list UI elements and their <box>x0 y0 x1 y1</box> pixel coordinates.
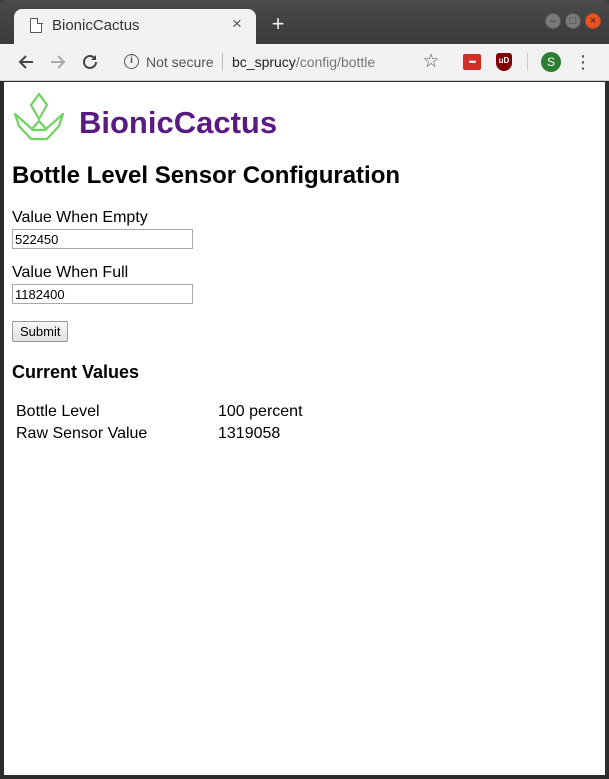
url-host: bc_sprucy <box>232 54 296 70</box>
tab-bioniccactus[interactable]: BionicCactus × <box>14 9 256 44</box>
empty-value-label: Value When Empty <box>12 209 148 226</box>
raw-sensor-value: 1319058 <box>218 425 281 442</box>
profile-avatar[interactable]: S <box>541 52 561 72</box>
table-row: Bottle Level 100 percent <box>15 402 304 422</box>
current-values-table: Bottle Level 100 percent Raw Sensor Valu… <box>13 400 306 446</box>
reload-icon <box>83 54 97 69</box>
tab-title: BionicCactus <box>52 17 140 34</box>
page-title: Bottle Level Sensor Configuration <box>12 162 401 189</box>
star-icon[interactable]: ☆ <box>420 50 442 74</box>
url-path: /config/bottle <box>295 54 376 70</box>
address-bar[interactable]: bc_sprucy/config/bottle <box>232 54 375 70</box>
new-tab-button[interactable]: + <box>266 12 290 36</box>
toolbar-divider <box>527 53 528 71</box>
omnibox-divider <box>222 53 223 71</box>
current-values-heading: Current Values <box>12 362 140 382</box>
reload-button[interactable] <box>78 50 102 74</box>
back-button[interactable] <box>14 50 38 74</box>
info-icon[interactable]: i <box>124 54 139 69</box>
minimize-button[interactable]: – <box>545 13 561 29</box>
forward-button[interactable] <box>46 50 70 74</box>
browser-toolbar: i Not secure bc_sprucy/config/bottle ☆ •… <box>0 44 609 81</box>
ublock-extension-icon[interactable]: uD <box>496 53 512 71</box>
page-icon <box>30 17 43 33</box>
full-value-label: Value When Full <box>12 264 129 281</box>
kebab-menu-icon[interactable]: ⋮ <box>574 50 592 74</box>
tab-strip: BionicCactus × + – □ × <box>0 0 609 44</box>
full-value-input[interactable] <box>12 284 193 304</box>
security-indicator[interactable]: Not secure <box>146 54 214 70</box>
submit-button[interactable]: Submit <box>12 321 69 342</box>
close-window-button[interactable]: × <box>585 13 601 29</box>
bottle-level-label: Bottle Level <box>16 403 100 420</box>
table-row: Raw Sensor Value 1319058 <box>15 424 304 444</box>
close-tab-icon[interactable]: × <box>228 15 246 33</box>
maximize-button[interactable]: □ <box>565 13 581 29</box>
empty-value-input[interactable] <box>12 229 193 249</box>
browser-window: BionicCactus × + – □ × i Not secure bc_s… <box>0 0 609 779</box>
cactus-logo-icon <box>13 92 65 141</box>
arrow-left-icon <box>18 55 33 69</box>
lastpass-extension-icon[interactable]: ••• <box>463 54 481 70</box>
brand-name: BionicCactus <box>79 105 278 140</box>
page-content: BionicCactus Bottle Level Sensor Configu… <box>4 82 605 775</box>
bottle-level-value: 100 percent <box>218 403 303 420</box>
raw-sensor-label: Raw Sensor Value <box>16 425 148 442</box>
arrow-right-icon <box>51 55 66 69</box>
